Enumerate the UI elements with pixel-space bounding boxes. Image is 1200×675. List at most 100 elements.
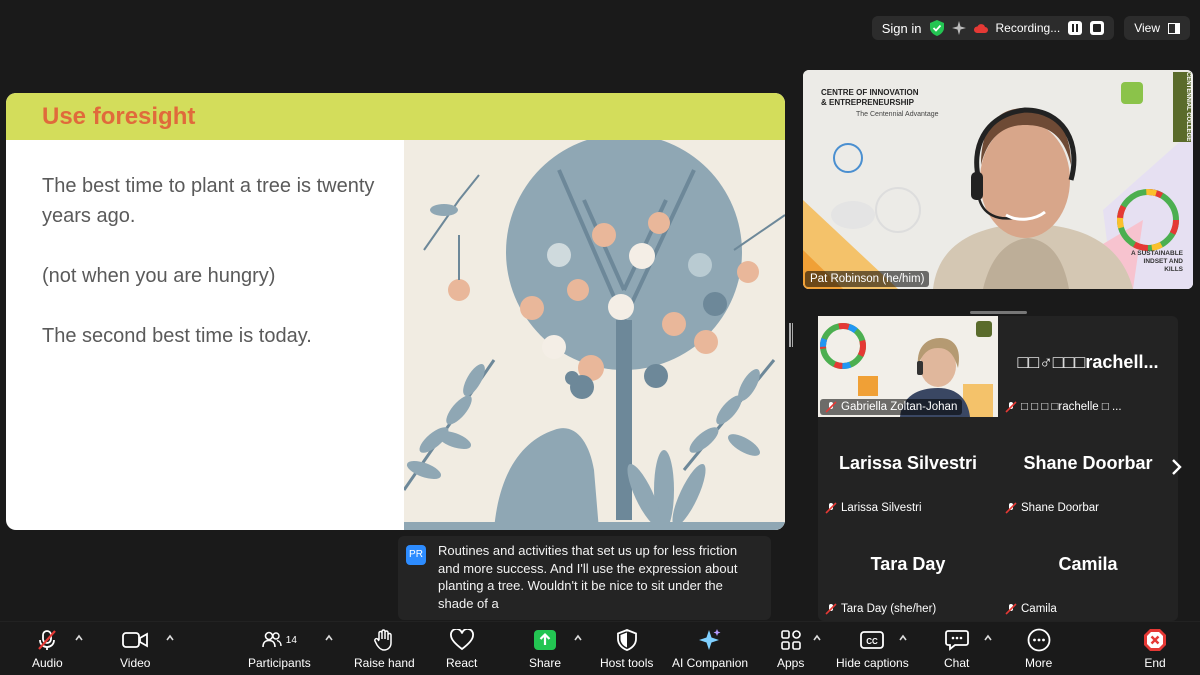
shield-icon	[616, 629, 637, 651]
end-meeting-button[interactable]: End	[1143, 628, 1167, 670]
view-grid-icon	[1168, 22, 1180, 34]
closed-captions-icon: CC	[860, 631, 885, 649]
participants-label: Participants	[248, 656, 311, 670]
encryption-shield-icon[interactable]	[929, 20, 944, 36]
heart-icon	[449, 629, 474, 651]
gallery-scroll-indicator[interactable]	[970, 311, 1027, 314]
recording-status: Recording...	[995, 21, 1061, 35]
chevron-up-icon[interactable]	[573, 634, 583, 642]
panel-resize-handle[interactable]	[789, 323, 794, 347]
audio-label: Audio	[32, 656, 63, 670]
slide-title: Use foresight	[42, 102, 196, 130]
participant-name-label: Tara Day (she/her)	[820, 601, 941, 617]
participant-name: Larissa Silvestri	[841, 502, 922, 514]
video-button[interactable]: Video	[120, 628, 150, 670]
chevron-up-icon[interactable]	[983, 634, 993, 642]
participant-display-name: Tara Day	[870, 554, 946, 574]
pause-icon	[1072, 24, 1079, 32]
share-button[interactable]: Share	[529, 628, 561, 670]
mic-muted-icon	[825, 401, 837, 413]
background-college-banner: CENTENNIAL COLLEGE	[1173, 72, 1191, 142]
ai-sparkle-icon	[699, 629, 721, 650]
view-button[interactable]: View	[1124, 16, 1190, 40]
participant-name-label: Camila	[1000, 601, 1062, 617]
background-fragment-1: A SUSTAINABLE	[1131, 250, 1183, 257]
meeting-toolbar: Audio Video 14 Participants Raise hand R…	[0, 621, 1200, 675]
shared-screen-slide[interactable]: Use foresight The best time to plant a t…	[6, 93, 785, 530]
top-bar: Sign in Recording... View	[871, 16, 1190, 40]
host-tools-label: Host tools	[600, 656, 654, 670]
background-fragments: A SUSTAINABLE INDSET AND KILLS	[1131, 250, 1183, 274]
cloud-recording-icon	[973, 24, 988, 33]
stop-recording-button[interactable]	[1090, 21, 1105, 35]
participant-name: Gabriella Zoltan-Johan	[841, 401, 958, 413]
participant-display-name: Larissa Silvestri	[838, 453, 978, 473]
participant-name: Camila	[1021, 603, 1057, 615]
pause-recording-button[interactable]	[1068, 21, 1083, 35]
ai-companion-label: AI Companion	[672, 656, 749, 670]
speaker-name-label: Pat Robinson (he/him)	[805, 271, 930, 287]
slide-header: Use foresight	[6, 93, 785, 140]
participant-name-label: Shane Doorbar	[1000, 500, 1104, 516]
participant-tile[interactable]: □□♂□□□rachell... □ □ □ □rachelle □ ...	[998, 316, 1178, 417]
chevron-up-icon[interactable]	[74, 634, 84, 642]
slide-line-3: The second best time is today.	[42, 325, 312, 347]
view-label: View	[1134, 21, 1160, 35]
apps-button[interactable]: Apps	[777, 628, 804, 670]
zoom-meeting-window: Sign in Recording... View Use foresight …	[0, 0, 1200, 675]
audio-button[interactable]: Audio	[32, 628, 63, 670]
participant-display-name: □□♂□□□rachell...	[1017, 352, 1159, 372]
participant-tile[interactable]: Larissa Silvestri Larissa Silvestri	[818, 417, 998, 518]
status-pill: Sign in Recording...	[871, 16, 1115, 40]
raise-hand-label: Raise hand	[354, 656, 415, 670]
tree-illustration	[402, 134, 785, 530]
chevron-up-icon[interactable]	[165, 634, 175, 642]
more-label: More	[1025, 656, 1053, 670]
participant-tile[interactable]: Camila Camila	[998, 518, 1178, 619]
participants-icon	[261, 631, 282, 648]
mic-muted-icon	[825, 502, 837, 514]
end-label: End	[1144, 656, 1166, 670]
participant-tile[interactable]: Shane Doorbar Shane Doorbar	[998, 417, 1178, 518]
caption-text: Routines and activities that set us up f…	[438, 543, 738, 611]
react-button[interactable]: React	[446, 628, 477, 670]
chat-label: Chat	[944, 656, 970, 670]
participant-name: □ □ □ □rachelle □ ...	[1021, 401, 1122, 413]
chevron-up-icon[interactable]	[812, 634, 822, 642]
chat-button[interactable]: Chat	[944, 628, 969, 670]
chevron-up-icon[interactable]	[324, 634, 334, 642]
ai-sparkle-icon[interactable]	[951, 21, 966, 35]
mic-muted-icon	[1005, 502, 1017, 514]
mic-muted-icon	[38, 630, 57, 650]
slide-body-text: The best time to plant a tree is twenty …	[42, 171, 402, 381]
background-tagline: The Centennial Advantage	[856, 111, 939, 118]
background-fragment-2: INDSET AND	[1143, 258, 1183, 265]
raise-hand-button[interactable]: Raise hand	[354, 628, 415, 670]
sign-in-link[interactable]: Sign in	[882, 21, 922, 36]
host-tools-button[interactable]: Host tools	[600, 628, 653, 670]
participants-count: 14	[285, 634, 297, 646]
end-call-icon	[1144, 629, 1166, 651]
participant-name: Shane Doorbar	[1021, 502, 1099, 514]
participant-gallery: Gabriella Zoltan-Johan □□♂□□□rachell... …	[818, 316, 1182, 621]
raise-hand-icon	[374, 629, 393, 651]
ai-companion-button[interactable]: AI Companion	[672, 628, 748, 670]
chevron-right-icon[interactable]	[1170, 458, 1182, 476]
hide-captions-label: Hide captions	[836, 656, 909, 670]
participant-name-label: □ □ □ □rachelle □ ...	[1000, 399, 1127, 415]
react-label: React	[446, 656, 478, 670]
speaker-name: Pat Robinson (he/him)	[810, 273, 925, 285]
more-button[interactable]: More	[1025, 628, 1052, 670]
participant-name-label: Larissa Silvestri	[820, 500, 927, 516]
participant-tile[interactable]: Gabriella Zoltan-Johan	[818, 316, 998, 417]
mic-muted-icon	[825, 603, 837, 615]
active-speaker-video[interactable]: CENTRE OF INNOVATION & ENTREPRENEURSHIP …	[803, 70, 1193, 289]
slide-line-2: (not when you are hungry)	[42, 265, 276, 287]
participant-tile[interactable]: Tara Day Tara Day (she/her)	[818, 518, 998, 619]
participant-name: Tara Day (she/her)	[841, 603, 937, 615]
chevron-up-icon[interactable]	[898, 634, 908, 642]
apps-label: Apps	[777, 656, 805, 670]
video-label: Video	[120, 656, 151, 670]
stop-icon	[1093, 24, 1102, 32]
participants-button[interactable]: 14 Participants	[248, 628, 311, 670]
